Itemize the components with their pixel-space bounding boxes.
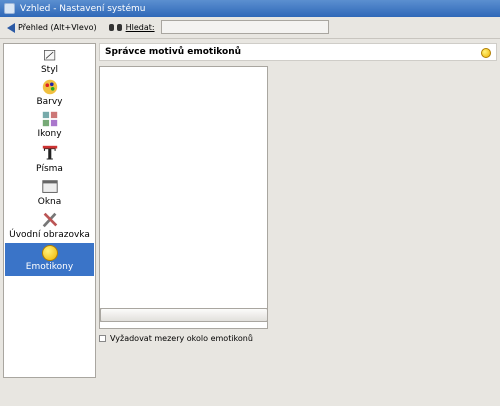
checkbox-box[interactable]	[99, 335, 106, 342]
page-title: Správce motivů emotikonů	[105, 47, 242, 57]
colors-icon	[42, 79, 57, 95]
sidebar-item-label: Okna	[37, 197, 62, 207]
require-spaces-label: Vyžadovat mezery okolo emotikonů	[110, 334, 253, 343]
sidebar-item-label: Písma	[36, 164, 63, 174]
search-input[interactable]	[161, 20, 329, 34]
sidebar-item-label: Emotikony	[25, 262, 74, 272]
emoticons-icon	[41, 245, 58, 261]
style-icon	[43, 50, 55, 61]
main-content: Správce motivů emotikonů Vyžadovat mezer…	[99, 43, 497, 378]
fonts-icon: T	[42, 144, 57, 163]
page-header: Správce motivů emotikonů	[99, 43, 497, 61]
require-spaces-checkbox[interactable]: Vyžadovat mezery okolo emotikonů	[99, 334, 253, 343]
sidebar-item-colors[interactable]: Barvy	[5, 78, 94, 108]
sidebar-item-windows[interactable]: Okna	[5, 178, 94, 208]
emoticon-header-icon	[481, 48, 491, 58]
sidebar-item-icons[interactable]: Ikony	[5, 110, 94, 140]
back-label: Přehled (Alt+Vlevo)	[18, 23, 97, 32]
sidebar-item-emoticons[interactable]: Emotikony	[5, 243, 94, 276]
splash-screen-icon	[42, 212, 57, 228]
sidebar-item-label: Úvodní obrazovka	[9, 230, 90, 240]
window-title: Vzhled - Nastavení systému	[20, 3, 146, 14]
window-titlebar: Vzhled - Nastavení systému	[0, 0, 500, 17]
search-label: Hledat:	[125, 23, 155, 32]
sidebar-item-splash-screen[interactable]: Úvodní obrazovka	[5, 211, 94, 241]
sidebar-item-fonts[interactable]: T Písma	[5, 143, 94, 175]
search-area: Hledat:	[108, 23, 155, 32]
sidebar-item-style[interactable]: Styl	[5, 48, 94, 76]
sidebar-item-label: Ikony	[37, 129, 62, 139]
back-arrow-icon	[7, 22, 15, 33]
windows-icon	[41, 180, 58, 193]
binoculars-icon	[108, 23, 122, 32]
app-icon	[4, 3, 15, 14]
icons-icon	[42, 111, 57, 127]
sidebar-item-label: Barvy	[36, 97, 63, 107]
sidebar: Styl Barvy Ikony T Písma Okna Úvodní obr…	[3, 43, 96, 378]
new-theme-button[interactable]	[100, 308, 268, 322]
theme-list[interactable]	[99, 66, 268, 329]
overview-back-button[interactable]: Přehled (Alt+Vlevo)	[7, 22, 97, 33]
sidebar-item-label: Styl	[40, 65, 59, 75]
